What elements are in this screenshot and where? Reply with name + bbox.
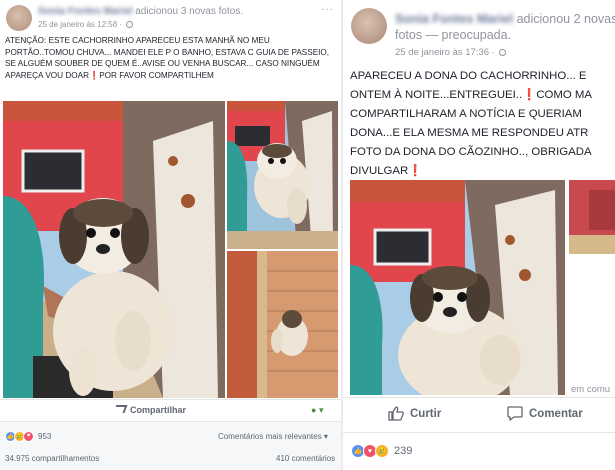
- post-date-text: 25 de janeiro às 17:36 ·: [395, 47, 495, 58]
- post-photo-3[interactable]: [227, 251, 338, 398]
- globe-icon: [126, 21, 134, 28]
- globe-icon: [499, 49, 507, 56]
- mutual-link[interactable]: em comu: [571, 384, 610, 395]
- post-date[interactable]: 25 de janeiro às 12:58 ·: [38, 20, 134, 29]
- audience-selector[interactable]: ● ▾: [311, 405, 323, 416]
- post-footer: 👍 😢 ♥ 953 Comentários mais relevantes ▾ …: [0, 421, 341, 470]
- left-post: Sonia Fontes Mariel adicionou 3 novas fo…: [0, 0, 341, 470]
- side-preview-card: [569, 258, 615, 376]
- post-text-line: COMPARTILHARAM A NOTÍCIA E QUERIAM: [350, 108, 582, 120]
- post-action-bar: Curtir Comentar: [343, 397, 615, 431]
- reaction-count: 239: [394, 445, 413, 457]
- thumbs-up-icon: [388, 406, 404, 421]
- post-action: adicionou 3 novas fotos.: [135, 6, 244, 17]
- comment-count[interactable]: 410 comentários: [276, 454, 335, 463]
- post-text-line: APARECEU A DONA DO CACHORRINHO... E: [350, 70, 587, 82]
- post-photo-2[interactable]: [569, 180, 615, 254]
- comments-sort-dropdown[interactable]: Comentários mais relevantes ▾: [218, 432, 328, 441]
- author-avatar[interactable]: [351, 8, 387, 44]
- love-reaction-icon: ♥: [23, 430, 34, 442]
- comment-button[interactable]: Comentar: [507, 406, 583, 421]
- post-text-line: DONA...E ELA MESMA ME RESPONDEU ATR: [350, 127, 589, 139]
- post-header: Sonia Fontes Mariel adicionou 2 novas fo…: [395, 11, 615, 43]
- globe-icon: ●: [311, 405, 317, 415]
- post-photo-main[interactable]: [350, 180, 565, 395]
- comment-label: Comentar: [529, 407, 583, 420]
- more-options-icon[interactable]: ···: [321, 4, 334, 15]
- dog-photo-3-illustration: [227, 251, 338, 398]
- sad-reaction-icon: 😢: [375, 444, 389, 458]
- dog-photo-illustration: [3, 101, 225, 398]
- post-footer: 👍 ♥ 😢 239: [343, 432, 615, 470]
- like-label: Curtir: [410, 407, 442, 420]
- post-date-text: 25 de janeiro às 12:58 ·: [38, 20, 123, 29]
- post-text-line: FOTO DA DONA DO CÃOZINHO.., OBRIGADA: [350, 146, 592, 158]
- reactions-summary[interactable]: 👍 ♥ 😢 239: [351, 444, 413, 458]
- post-text-line: ONTEM À NOITE...ENTREGUEI..❗️COMO MA: [350, 89, 593, 101]
- comment-icon: [507, 406, 523, 421]
- author-avatar[interactable]: [6, 5, 32, 31]
- post-text: ATENÇÃO: ESTE CACHORRINHO APARECEU ESTA …: [5, 36, 330, 80]
- post-action-bar: Compartilhar ● ▾: [0, 399, 341, 421]
- post-photo-2[interactable]: [227, 101, 338, 249]
- dog-photo-illustration: [350, 180, 565, 395]
- post-text: APARECEU A DONA DO CACHORRINHO... E ONTE…: [350, 67, 615, 181]
- post-header: Sonia Fontes Mariel adicionou 3 novas fo…: [38, 6, 243, 17]
- share-icon: [113, 405, 128, 413]
- share-button[interactable]: Compartilhar: [113, 405, 187, 415]
- author-name[interactable]: Sonia Fontes Mariel: [38, 6, 132, 17]
- dog-photo-2-illustration: [227, 101, 338, 249]
- like-button[interactable]: Curtir: [388, 406, 441, 421]
- share-label: Compartilhar: [130, 405, 187, 415]
- right-post: Sonia Fontes Mariel adicionou 2 novas fo…: [343, 0, 615, 470]
- post-photo-main[interactable]: [3, 101, 225, 398]
- share-count[interactable]: 34.975 compartilhamentos: [5, 454, 99, 463]
- reaction-count: 953: [38, 431, 52, 441]
- post-date[interactable]: 25 de janeiro às 17:36 ·: [395, 47, 507, 58]
- reactions-summary[interactable]: 👍 😢 ♥ 953: [5, 430, 51, 442]
- author-name[interactable]: Sonia Fontes Mariel: [395, 12, 513, 26]
- photo-2-illustration: [569, 180, 615, 254]
- post-text-line: DIVULGAR❗️: [350, 165, 423, 177]
